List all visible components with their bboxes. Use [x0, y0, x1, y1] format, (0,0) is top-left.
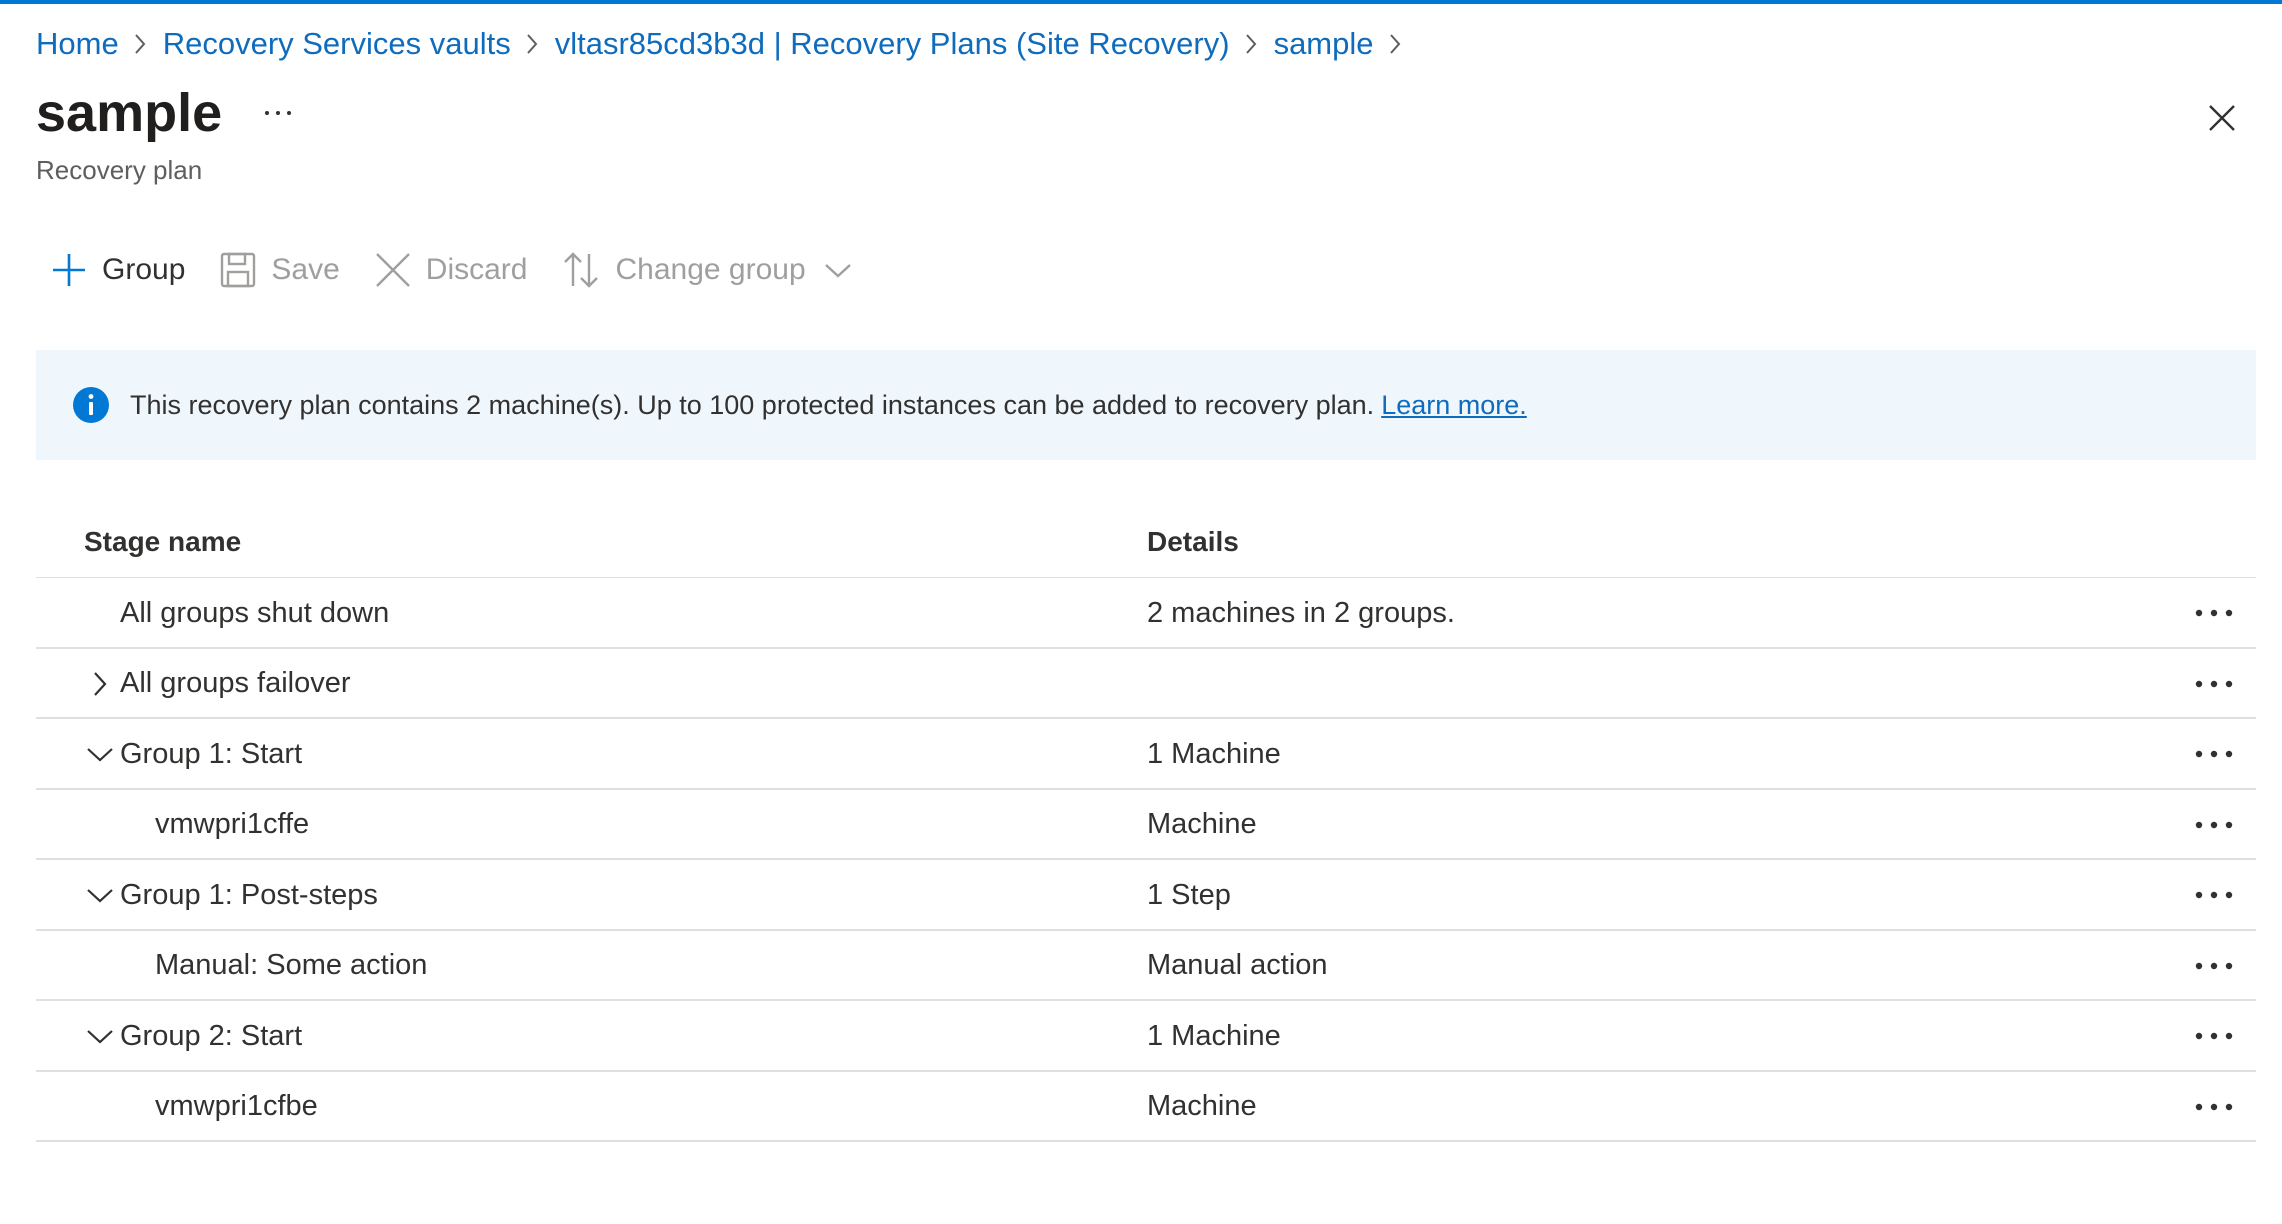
chevron-down-icon[interactable]: [82, 1018, 118, 1054]
save-icon: [219, 251, 257, 289]
arrow-sort-icon: [561, 250, 601, 290]
breadcrumb-link-sample[interactable]: sample: [1274, 26, 1374, 62]
info-message-text: This recovery plan contains 2 machine(s)…: [130, 389, 1375, 420]
table-row[interactable]: vmwpri1cfbe Machine: [36, 1072, 2256, 1142]
table-row[interactable]: Manual: Some action Manual action: [36, 931, 2256, 1001]
add-group-label: Group: [102, 253, 186, 286]
more-horizontal-icon[interactable]: [2186, 808, 2242, 842]
chevron-right-icon[interactable]: [82, 666, 118, 702]
page-subtitle: Recovery plan: [36, 155, 203, 185]
more-horizontal-icon[interactable]: [2186, 1090, 2242, 1124]
page-title: sample: [36, 83, 223, 143]
breadcrumb-link-home[interactable]: Home: [36, 26, 119, 62]
details-cell: Machine: [1147, 808, 1257, 840]
recovery-plan-table: Stage name Details All groups shut down …: [36, 506, 2256, 1142]
chevron-down-icon[interactable]: [82, 877, 118, 913]
save-button[interactable]: Save: [219, 251, 340, 289]
more-horizontal-icon[interactable]: [2186, 949, 2242, 983]
recovery-plan-page: Home Recovery Services vaults vltasr85cd…: [0, 0, 2282, 1224]
change-group-button[interactable]: Change group: [561, 250, 851, 290]
breadcrumb-item-vaults: Recovery Services vaults: [163, 26, 555, 62]
table-row[interactable]: All groups failover: [36, 649, 2256, 719]
info-icon: [72, 386, 110, 424]
change-group-label: Change group: [615, 253, 806, 286]
table-header: Stage name Details: [36, 506, 2256, 578]
stage-name-cell: Group 1: Start: [120, 737, 303, 770]
stage-name-cell: All groups failover: [120, 667, 351, 699]
more-horizontal-icon[interactable]: [2186, 667, 2242, 701]
stage-name-cell: Group 2: Start: [120, 1019, 303, 1052]
chevron-right-icon: [1388, 32, 1402, 56]
chevron-right-icon: [525, 32, 539, 56]
breadcrumb-link-vaults[interactable]: Recovery Services vaults: [163, 26, 511, 62]
breadcrumb-item-home: Home: [36, 26, 163, 62]
chevron-down-icon[interactable]: [82, 736, 118, 772]
column-header-stage-name: Stage name: [84, 526, 242, 557]
more-horizontal-icon[interactable]: [258, 98, 298, 128]
details-cell: 1 Step: [1147, 878, 1231, 911]
breadcrumb-link-recovery-plans[interactable]: vltasr85cd3b3d | Recovery Plans (Site Re…: [555, 26, 1230, 62]
close-icon[interactable]: [2200, 96, 2244, 140]
stage-name-cell: Manual: Some action: [155, 949, 428, 981]
breadcrumb: Home Recovery Services vaults vltasr85cd…: [36, 20, 1418, 68]
chevron-down-icon: [824, 262, 852, 278]
chevron-right-icon: [1244, 32, 1258, 56]
details-cell: 1 Machine: [1147, 737, 1281, 770]
more-horizontal-icon[interactable]: [2186, 737, 2242, 771]
discard-button[interactable]: Discard: [374, 251, 528, 289]
dismiss-icon: [374, 251, 412, 289]
breadcrumb-item-recovery-plans: vltasr85cd3b3d | Recovery Plans (Site Re…: [555, 26, 1274, 62]
learn-more-link[interactable]: Learn more.: [1381, 390, 1527, 421]
table-row[interactable]: Group 1: Start 1 Machine: [36, 719, 2256, 790]
stage-name-cell: All groups shut down: [120, 596, 390, 629]
more-horizontal-icon[interactable]: [2186, 878, 2242, 912]
table-row[interactable]: vmwpri1cffe Machine: [36, 790, 2256, 860]
stage-name-cell: vmwpri1cfbe: [155, 1090, 318, 1122]
more-horizontal-icon[interactable]: [2186, 1019, 2242, 1053]
details-cell: 1 Machine: [1147, 1019, 1281, 1052]
command-bar: Group Save Discard Change group: [50, 240, 886, 300]
breadcrumb-item-sample: sample: [1274, 26, 1418, 62]
add-group-button[interactable]: Group: [50, 251, 185, 289]
save-label: Save: [271, 253, 340, 286]
details-cell: Manual action: [1147, 949, 1328, 981]
details-cell: 2 machines in 2 groups.: [1147, 596, 1455, 629]
chevron-right-icon: [133, 32, 147, 56]
details-cell: Machine: [1147, 1090, 1257, 1122]
stage-name-cell: vmwpri1cffe: [155, 808, 310, 840]
table-row[interactable]: All groups shut down 2 machines in 2 gro…: [36, 578, 2256, 649]
column-header-details: Details: [1147, 526, 1239, 557]
table-row[interactable]: Group 2: Start 1 Machine: [36, 1001, 2256, 1072]
discard-label: Discard: [425, 253, 528, 286]
info-message-bar: This recovery plan contains 2 machine(s)…: [36, 350, 2256, 460]
stage-name-cell: Group 1: Post-steps: [120, 878, 378, 911]
top-accent-bar: [0, 0, 2282, 4]
table-row[interactable]: Group 1: Post-steps 1 Step: [36, 860, 2256, 931]
plus-icon: [50, 251, 88, 289]
more-horizontal-icon[interactable]: [2186, 596, 2242, 630]
